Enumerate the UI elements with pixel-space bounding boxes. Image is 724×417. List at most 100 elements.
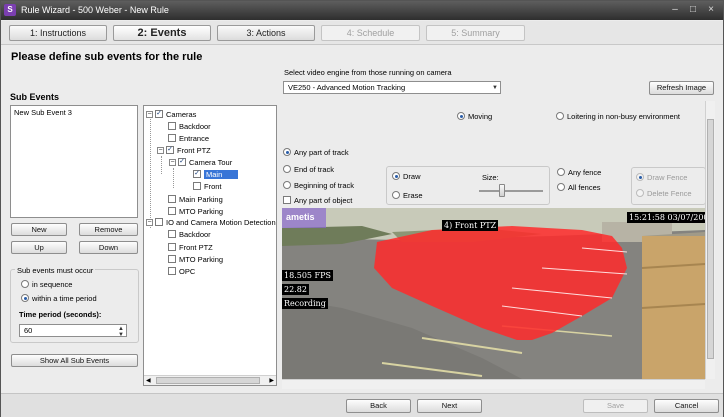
moving-radio[interactable]: [457, 112, 465, 120]
any-part-track-radio[interactable]: [283, 148, 291, 156]
in-sequence-label: in sequence: [32, 280, 73, 289]
camera-view[interactable]: ametis 4) Front PTZ 15:21:58 03/07/2009 …: [282, 208, 705, 379]
end-track-radio[interactable]: [283, 165, 291, 173]
back-button[interactable]: Back: [346, 399, 411, 413]
tree-item-label: MTO Parking: [179, 207, 224, 216]
any-part-object-label: Any part of object: [294, 196, 353, 205]
tree-item-label: Front: [204, 182, 222, 191]
save-button: Save: [583, 399, 648, 413]
checkbox[interactable]: [168, 207, 176, 216]
tree-item-entrance[interactable]: Entrance: [168, 133, 209, 144]
sub-events-list[interactable]: New Sub Event 3: [10, 105, 138, 218]
draw-radio[interactable]: [392, 172, 400, 180]
tree-item-front[interactable]: Front: [193, 181, 222, 192]
step-actions[interactable]: 3: Actions: [217, 25, 315, 41]
tree-item-label: Camera Tour: [189, 158, 233, 167]
any-part-track-label: Any part of track: [294, 148, 349, 157]
any-part-object-checkbox[interactable]: [283, 196, 291, 204]
step-instructions[interactable]: 1: Instructions: [9, 25, 107, 41]
title-bar: S Rule Wizard - 500 Weber - New Rule – □…: [1, 1, 723, 20]
tree-horizontal-scrollbar[interactable]: ◀ ▶: [144, 375, 276, 385]
scroll-right-icon[interactable]: ▶: [269, 377, 274, 384]
tree-item-io-front-ptz[interactable]: Front PTZ: [168, 242, 213, 253]
stepper-down-icon[interactable]: ▼: [118, 330, 124, 341]
page-heading: Please define sub events for the rule: [11, 51, 203, 63]
tree-item-opc[interactable]: OPC: [168, 266, 195, 277]
engine-prompt: Select video engine from those running o…: [284, 68, 452, 77]
checkbox[interactable]: [155, 218, 163, 227]
list-item[interactable]: New Sub Event 3: [14, 108, 72, 117]
any-fence-label: Any fence: [568, 168, 602, 177]
engine-selected: VE250 - Advanced Motion Tracking: [288, 83, 406, 92]
erase-radio[interactable]: [392, 191, 400, 199]
recording-overlay: Recording: [282, 298, 328, 309]
show-all-sub-events-button[interactable]: Show All Sub Events: [11, 354, 138, 367]
tree-line: [161, 156, 162, 174]
close-icon[interactable]: ×: [705, 4, 717, 16]
checkbox[interactable]: [168, 122, 176, 131]
step-schedule: 4: Schedule: [321, 25, 420, 41]
delete-fence-radio: [636, 189, 644, 197]
collapse-icon[interactable]: −: [169, 158, 176, 166]
tree-item-backdoor[interactable]: Backdoor: [168, 121, 211, 132]
size-slider-thumb[interactable]: [499, 184, 505, 197]
next-button[interactable]: Next: [417, 399, 482, 413]
collapse-icon[interactable]: −: [157, 146, 164, 154]
fps-overlay: 18.505 FPS: [282, 270, 333, 281]
tree-item-io-mto-parking[interactable]: MTO Parking: [168, 254, 223, 265]
move-up-button[interactable]: Up: [11, 241, 67, 254]
checkbox[interactable]: ✓: [193, 170, 201, 179]
maximize-icon[interactable]: □: [687, 4, 699, 16]
window-title: Rule Wizard - 500 Weber - New Rule: [21, 5, 169, 15]
checkbox[interactable]: ✓: [155, 110, 163, 119]
cancel-button[interactable]: Cancel: [654, 399, 719, 413]
tree-item-mto-parking[interactable]: MTO Parking: [168, 206, 223, 217]
scroll-left-icon[interactable]: ◀: [146, 377, 151, 384]
tree-item-label: Cameras: [166, 110, 197, 119]
collapse-icon[interactable]: −: [146, 218, 153, 226]
any-fence-radio[interactable]: [557, 168, 565, 176]
step-events[interactable]: 2: Events: [113, 25, 211, 41]
tree-item-front-ptz[interactable]: − ✓ Front PTZ: [157, 145, 211, 156]
refresh-image-button[interactable]: Refresh Image: [649, 81, 714, 95]
checkbox[interactable]: ✓: [166, 146, 174, 155]
end-track-label: End of track: [294, 165, 335, 174]
camera-tree[interactable]: − ✓ Cameras Backdoor Entrance − ✓ Front PTZ …: [143, 105, 277, 386]
checkbox[interactable]: [168, 243, 176, 252]
scroll-thumb[interactable]: [156, 377, 260, 384]
within-period-radio[interactable]: [21, 294, 29, 302]
new-sub-event-button[interactable]: New: [11, 223, 67, 236]
minimize-icon[interactable]: –: [669, 4, 681, 16]
loitering-radio[interactable]: [556, 112, 564, 120]
tree-item-label: OPC: [179, 267, 196, 276]
engine-select[interactable]: VE250 - Advanced Motion Tracking ▼: [283, 81, 501, 94]
tree-item-io-backdoor[interactable]: Backdoor: [168, 229, 211, 240]
tree-item-main-parking[interactable]: Main Parking: [168, 194, 223, 205]
delete-fence-label: Delete Fence: [647, 189, 692, 198]
scroll-thumb[interactable]: [707, 119, 714, 359]
remove-sub-event-button[interactable]: Remove: [79, 223, 138, 236]
within-period-label: within a time period: [32, 294, 97, 303]
checkbox[interactable]: [168, 267, 176, 276]
time-period-stepper[interactable]: 60 ▲ ▼: [19, 324, 127, 338]
tree-item-label: Main: [204, 170, 239, 179]
checkbox[interactable]: [193, 182, 201, 191]
in-sequence-radio[interactable]: [21, 280, 29, 288]
vertical-scrollbar[interactable]: [705, 101, 715, 379]
beginning-track-radio[interactable]: [283, 181, 291, 189]
draw-label: Draw: [403, 172, 421, 181]
tree-item-main[interactable]: ✓ Main: [193, 169, 239, 180]
tree-item-camera-tour[interactable]: − ✓ Camera Tour: [169, 157, 232, 168]
move-down-button[interactable]: Down: [79, 241, 138, 254]
all-fences-radio[interactable]: [557, 183, 565, 191]
checkbox[interactable]: [168, 230, 176, 239]
collapse-icon[interactable]: −: [146, 110, 153, 118]
checkbox[interactable]: [168, 255, 176, 264]
horizontal-scrollbar[interactable]: [282, 379, 705, 389]
checkbox[interactable]: [168, 134, 176, 143]
checkbox[interactable]: [168, 195, 176, 204]
tree-item-cameras[interactable]: − ✓ Cameras: [146, 109, 196, 120]
checkbox[interactable]: ✓: [178, 158, 186, 167]
size-slider-track[interactable]: [479, 190, 543, 192]
tree-item-io-motion[interactable]: − IO and Camera Motion Detection: [146, 217, 276, 228]
